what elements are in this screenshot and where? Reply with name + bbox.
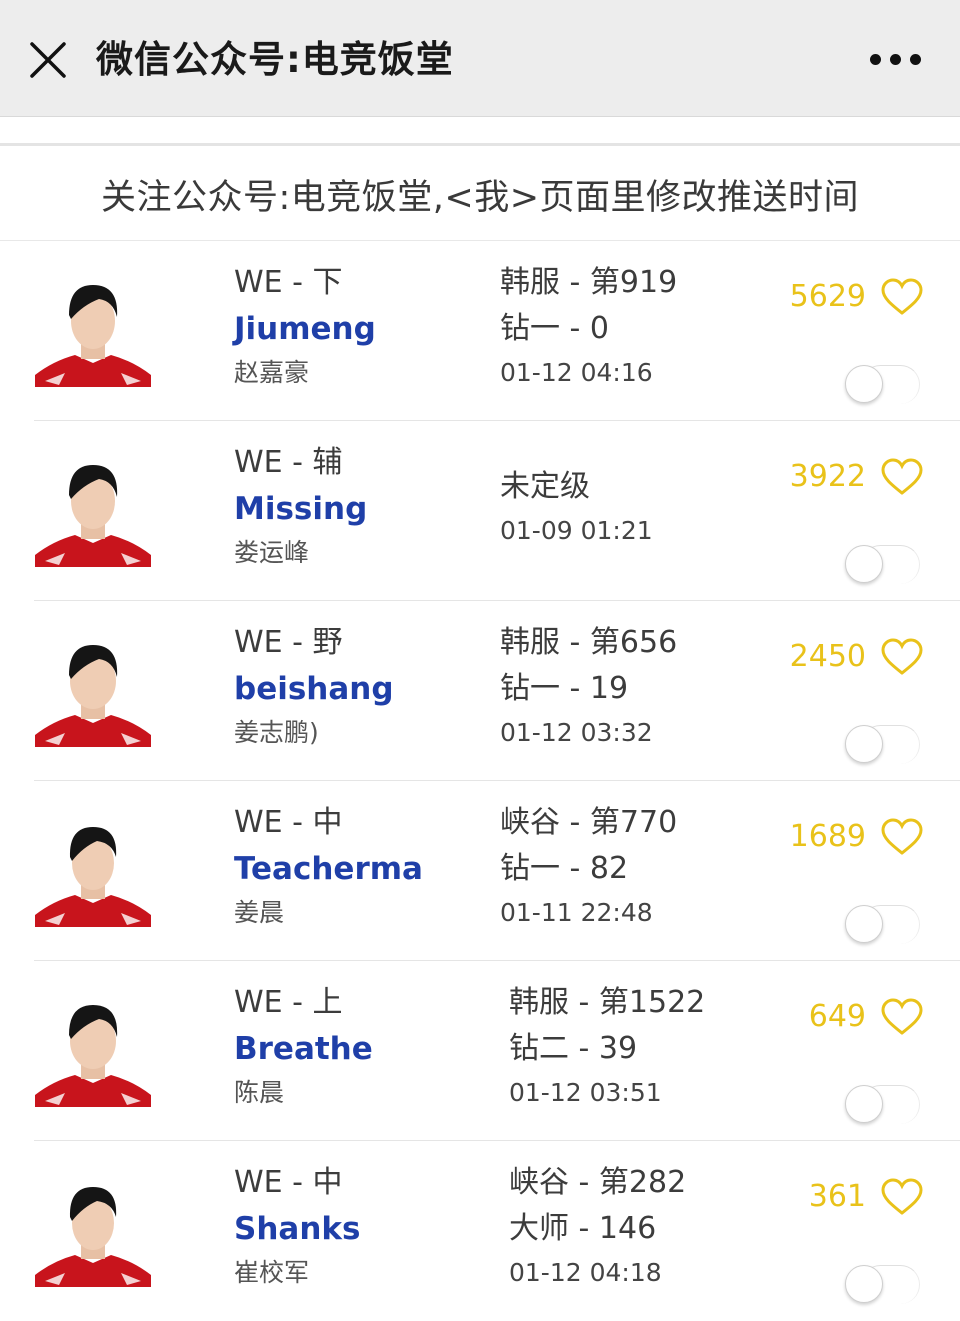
- update-time: 01-12 04:16: [500, 358, 653, 387]
- like-count: 3922: [789, 459, 866, 494]
- notify-toggle[interactable]: [845, 1085, 920, 1125]
- divider: [0, 143, 960, 146]
- team-role: WE - 中: [234, 1165, 343, 1200]
- like-count: 5629: [789, 279, 866, 314]
- update-time: 01-09 01:21: [500, 516, 653, 545]
- tier: 大师 - 146: [509, 1211, 657, 1246]
- player-avatar: [35, 815, 151, 927]
- player-row[interactable]: WE - 上 Breathe 陈晨 韩服 - 第1522 钻二 - 39 01-…: [0, 961, 960, 1141]
- update-time: 01-12 04:18: [509, 1258, 662, 1287]
- heart-icon: [881, 818, 923, 855]
- close-icon[interactable]: [28, 40, 68, 80]
- team-role: WE - 野: [234, 625, 343, 660]
- server-rank: 韩服 - 第919: [500, 265, 678, 300]
- player-avatar: [35, 635, 151, 747]
- like-count: 1689: [789, 819, 866, 854]
- tier: 钻一 - 0: [500, 311, 609, 346]
- player-realname: 姜晨: [234, 898, 285, 927]
- notify-toggle[interactable]: [845, 545, 920, 585]
- team-role: WE - 中: [234, 805, 343, 840]
- player-avatar: [35, 455, 151, 567]
- tier: 钻二 - 39: [509, 1031, 638, 1066]
- like-button[interactable]: 3922: [790, 453, 924, 501]
- player-realname: 赵嘉豪: [234, 358, 310, 387]
- notify-toggle[interactable]: [845, 725, 920, 765]
- tier: 钻一 - 19: [500, 671, 629, 706]
- server-rank: 韩服 - 第656: [500, 625, 678, 660]
- team-role: WE - 下: [234, 265, 343, 300]
- like-count: 361: [808, 1179, 866, 1214]
- player-ign-link[interactable]: Teacherma: [234, 849, 494, 895]
- team-role: WE - 辅: [234, 445, 343, 480]
- server-rank: 未定级: [500, 469, 590, 504]
- player-realname: 娄运峰: [234, 538, 310, 567]
- player-avatar: [35, 995, 151, 1107]
- like-button[interactable]: 5629: [790, 273, 924, 321]
- player-row[interactable]: WE - 下 Jiumeng 赵嘉豪 韩服 - 第919 钻一 - 0 01-1…: [0, 241, 960, 421]
- like-button[interactable]: 649: [809, 993, 924, 1041]
- heart-icon: [881, 278, 923, 315]
- tier: 钻一 - 82: [500, 851, 629, 886]
- like-button[interactable]: 361: [809, 1173, 924, 1221]
- update-time: 01-12 03:32: [500, 718, 653, 747]
- player-row[interactable]: WE - 中 Teacherma 姜晨 峡谷 - 第770 钻一 - 82 01…: [0, 781, 960, 961]
- player-realname: 陈晨: [234, 1078, 285, 1107]
- like-button[interactable]: 2450: [790, 633, 924, 681]
- player-realname: 崔校军: [234, 1258, 310, 1287]
- update-time: 01-11 22:48: [500, 898, 653, 927]
- page-title: 微信公众号:电竞饭堂: [96, 38, 454, 81]
- notify-toggle[interactable]: [845, 905, 920, 945]
- like-count: 2450: [789, 639, 866, 674]
- heart-icon: [881, 1178, 923, 1215]
- player-row[interactable]: WE - 辅 Missing 娄运峰 未定级 01-09 01:21 3922: [0, 421, 960, 601]
- heart-icon: [881, 638, 923, 675]
- player-avatar: [35, 1175, 151, 1287]
- like-count: 649: [808, 999, 866, 1034]
- heart-icon: [881, 458, 923, 495]
- player-row[interactable]: WE - 野 beishang 姜志鹏) 韩服 - 第656 钻一 - 19 0…: [0, 601, 960, 781]
- update-time: 01-12 03:51: [509, 1078, 662, 1107]
- player-avatar: [35, 275, 151, 387]
- notify-toggle[interactable]: [845, 365, 920, 405]
- player-ign-link[interactable]: Shanks: [234, 1209, 494, 1255]
- player-ign-link[interactable]: Jiumeng: [234, 309, 494, 355]
- server-rank: 韩服 - 第1522: [509, 985, 706, 1020]
- like-button[interactable]: 1689: [790, 813, 924, 861]
- notify-toggle[interactable]: [845, 1265, 920, 1305]
- player-ign-link[interactable]: Missing: [234, 489, 494, 535]
- spacer: [0, 117, 960, 143]
- heart-icon: [881, 998, 923, 1035]
- server-rank: 峡谷 - 第282: [509, 1165, 687, 1200]
- top-nav-bar: 微信公众号:电竞饭堂: [0, 0, 960, 117]
- player-row[interactable]: WE - 中 Shanks 崔校军 峡谷 - 第282 大师 - 146 01-…: [0, 1141, 960, 1321]
- player-realname: 姜志鹏): [234, 718, 319, 747]
- player-ign-link[interactable]: beishang: [234, 669, 494, 715]
- player-ign-link[interactable]: Breathe: [234, 1029, 494, 1075]
- team-role: WE - 上: [234, 985, 343, 1020]
- follow-notice: 关注公众号:电竞饭堂,<我>页面里修改推送时间: [100, 178, 860, 218]
- more-icon[interactable]: [866, 50, 922, 70]
- server-rank: 峡谷 - 第770: [500, 805, 678, 840]
